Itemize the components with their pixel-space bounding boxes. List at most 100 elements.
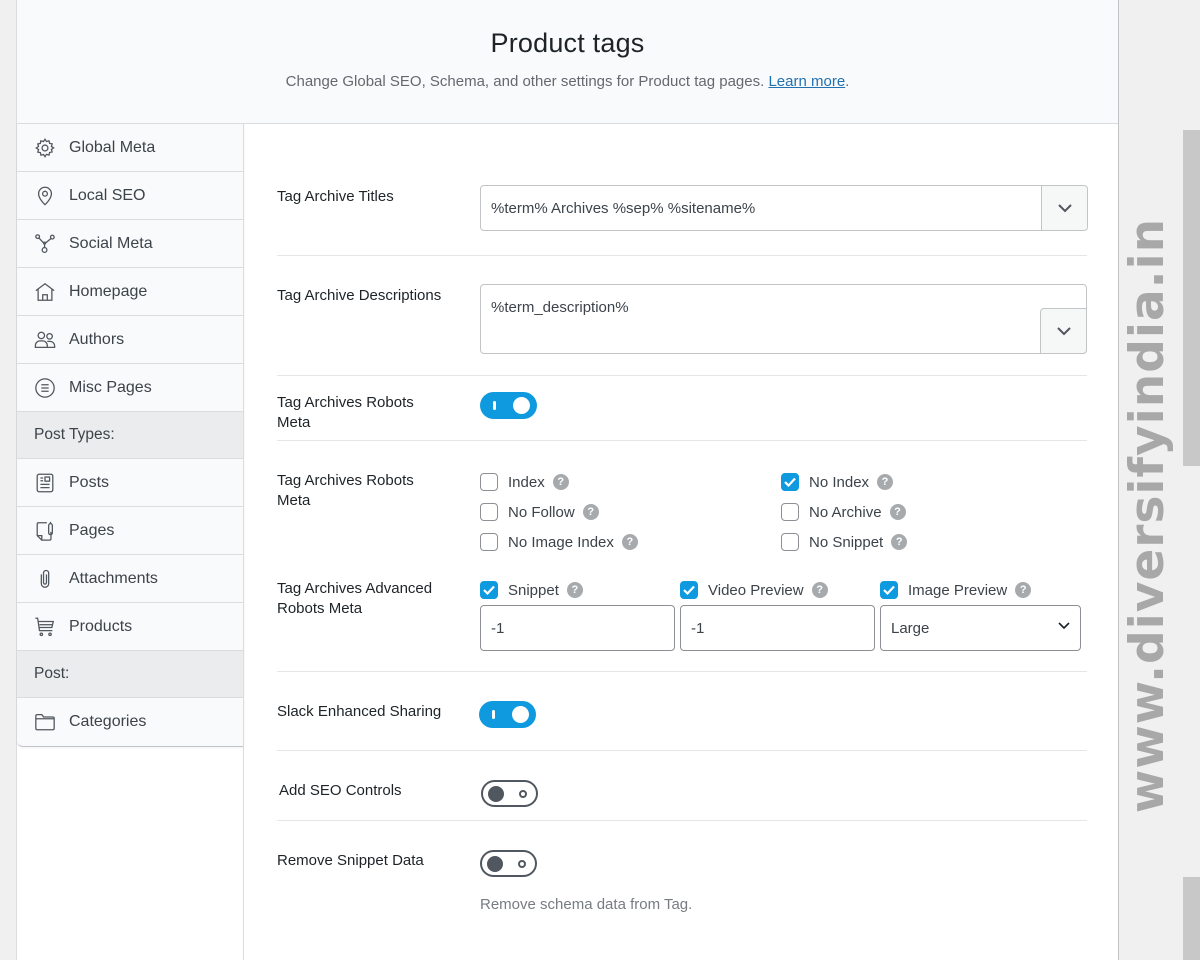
help-icon[interactable]: ? xyxy=(877,474,894,490)
page-title: Product tags xyxy=(490,28,645,58)
setting-row-archive-titles: Tag Archive Titles %term% Archives %sep%… xyxy=(277,124,1088,256)
gear-icon xyxy=(34,137,56,159)
sidebar-item-label: Products xyxy=(69,617,133,635)
seo-controls-toggle[interactable] xyxy=(481,780,538,807)
help-icon[interactable]: ? xyxy=(582,504,599,520)
chevron-down-icon xyxy=(1058,622,1070,630)
sidebar-item-label: Global Meta xyxy=(69,138,156,156)
setting-row-advanced-robots: Tag Archives Advanced Robots Meta Snippe… xyxy=(277,569,1087,672)
chevron-down-icon xyxy=(1057,203,1072,212)
help-icon[interactable]: ? xyxy=(1015,582,1032,598)
sidebar-item-label: Attachments xyxy=(69,569,158,587)
seo-controls-label: Add SEO Controls xyxy=(279,782,402,799)
checkbox-image-preview[interactable]: Image Preview ? xyxy=(880,581,1032,599)
sidebar-item-label: Posts xyxy=(69,473,110,491)
help-icon[interactable]: ? xyxy=(811,582,828,598)
cart-icon xyxy=(34,616,56,638)
remove-snippet-label: Remove Snippet Data xyxy=(277,852,424,869)
checkbox-snippet[interactable]: Snippet ? xyxy=(480,581,583,599)
slack-sharing-toggle[interactable] xyxy=(479,701,536,728)
snippet-length-input[interactable]: -1 xyxy=(480,605,675,651)
setting-row-robots-meta-toggle: Tag Archives Robots Meta xyxy=(277,376,1087,441)
help-icon[interactable]: ? xyxy=(552,474,569,490)
archive-descriptions-dropdown-button[interactable] xyxy=(1040,308,1087,354)
setting-row-robots-meta: Tag Archives Robots Meta Index ? No Inde… xyxy=(277,441,1087,569)
sidebar-item-categories[interactable]: Categories xyxy=(17,698,243,746)
archive-titles-input[interactable]: %term% Archives %sep% %sitename% xyxy=(480,185,1088,231)
archive-descriptions-value: %term_description% xyxy=(491,299,629,316)
checkbox-no-image-index-box[interactable] xyxy=(480,533,498,551)
video-preview-length-input[interactable]: -1 xyxy=(680,605,875,651)
location-pin-icon xyxy=(34,185,56,207)
sidebar-item-social-meta[interactable]: Social Meta xyxy=(17,220,243,268)
checkbox-no-image-index[interactable]: No Image Index ? xyxy=(480,533,638,551)
robots-meta-toggle-label: Tag Archives Robots Meta xyxy=(277,394,414,431)
checkbox-no-snippet-box[interactable] xyxy=(781,533,799,551)
checkmark-icon xyxy=(683,585,695,595)
sidebar-item-attachments[interactable]: Attachments xyxy=(17,555,243,603)
sidebar-item-label: Misc Pages xyxy=(69,378,152,396)
advanced-robots-label: Tag Archives Advanced Robots Meta xyxy=(277,580,433,617)
sidebar-item-label: Social Meta xyxy=(69,234,153,252)
sidebar-item-misc-pages[interactable]: Misc Pages xyxy=(17,364,243,412)
users-icon xyxy=(34,329,56,351)
learn-more-link[interactable]: Learn more xyxy=(768,73,845,90)
setting-row-remove-snippet: Remove Snippet Data Remove schema data f… xyxy=(277,821,1087,951)
slack-sharing-label: Slack Enhanced Sharing xyxy=(277,703,442,720)
page-description: Change Global SEO, Schema, and other set… xyxy=(285,73,850,90)
setting-row-seo-controls: Add SEO Controls xyxy=(277,751,1087,821)
sidebar-item-local-seo[interactable]: Local SEO xyxy=(17,172,243,220)
sidebar-item-posts[interactable]: Posts xyxy=(17,459,243,507)
setting-row-slack-sharing: Slack Enhanced Sharing xyxy=(277,672,1087,751)
sidebar-item-products[interactable]: Products xyxy=(17,603,243,651)
post-icon xyxy=(34,472,56,494)
sidebar-item-pages[interactable]: Pages xyxy=(17,507,243,555)
help-icon[interactable]: ? xyxy=(889,504,906,520)
help-icon[interactable]: ? xyxy=(891,534,908,550)
settings-panel: Product tags Change Global SEO, Schema, … xyxy=(16,0,1119,960)
checkmark-icon xyxy=(883,585,895,595)
checkbox-no-follow-box[interactable] xyxy=(480,503,498,521)
list-circle-icon xyxy=(34,377,56,399)
watermark: www.diversifyindia.in xyxy=(1120,217,1176,813)
checkbox-no-index-box[interactable] xyxy=(781,473,799,491)
checkbox-no-archive[interactable]: No Archive ? xyxy=(781,503,906,521)
checkmark-icon xyxy=(483,585,495,595)
archive-descriptions-label: Tag Archive Descriptions xyxy=(277,287,442,304)
checkbox-index-box[interactable] xyxy=(480,473,498,491)
sidebar-item-label: Categories xyxy=(69,713,147,730)
share-nodes-icon xyxy=(34,233,56,255)
checkbox-index[interactable]: Index ? xyxy=(480,473,569,491)
checkbox-no-snippet[interactable]: No Snippet ? xyxy=(781,533,908,551)
scrollbar-thumb[interactable] xyxy=(1183,130,1200,466)
checkbox-no-index[interactable]: No Index ? xyxy=(781,473,894,491)
checkbox-no-follow[interactable]: No Follow ? xyxy=(480,503,599,521)
archive-titles-value: %term% Archives %sep% %sitename% xyxy=(491,199,756,217)
robots-meta-toggle[interactable] xyxy=(480,392,537,419)
sidebar-item-authors[interactable]: Authors xyxy=(17,316,243,364)
checkbox-image-preview-box[interactable] xyxy=(880,581,898,599)
help-icon[interactable]: ? xyxy=(566,582,583,598)
sidebar-item-label: Homepage xyxy=(69,282,148,300)
help-icon[interactable]: ? xyxy=(621,534,638,550)
image-preview-select[interactable]: Large xyxy=(880,605,1081,651)
sidebar-item-homepage[interactable]: Homepage xyxy=(17,268,243,316)
sidebar-item-label: Authors xyxy=(69,330,125,348)
setting-row-archive-descriptions: Tag Archive Descriptions %term_descripti… xyxy=(277,256,1087,376)
sidebar-item-label: Local SEO xyxy=(69,186,146,204)
settings-content: Tag Archive Titles %term% Archives %sep%… xyxy=(277,124,1088,951)
sidebar-item-global-meta[interactable]: Global Meta xyxy=(17,124,243,172)
remove-snippet-toggle[interactable] xyxy=(480,850,537,877)
checkbox-snippet-box[interactable] xyxy=(480,581,498,599)
checkbox-no-archive-box[interactable] xyxy=(781,503,799,521)
robots-meta-label: Tag Archives Robots Meta xyxy=(277,472,414,509)
archive-descriptions-textarea[interactable]: %term_description% xyxy=(480,284,1087,354)
scrollbar-thumb-lower[interactable] xyxy=(1183,877,1200,960)
page-header: Product tags Change Global SEO, Schema, … xyxy=(17,0,1118,124)
checkbox-video-preview[interactable]: Video Preview ? xyxy=(680,581,828,599)
checkmark-icon xyxy=(784,477,796,487)
page-icon xyxy=(34,520,56,542)
checkbox-video-preview-box[interactable] xyxy=(680,581,698,599)
chevron-down-icon xyxy=(1056,326,1071,335)
archive-titles-dropdown-button[interactable] xyxy=(1041,186,1087,230)
